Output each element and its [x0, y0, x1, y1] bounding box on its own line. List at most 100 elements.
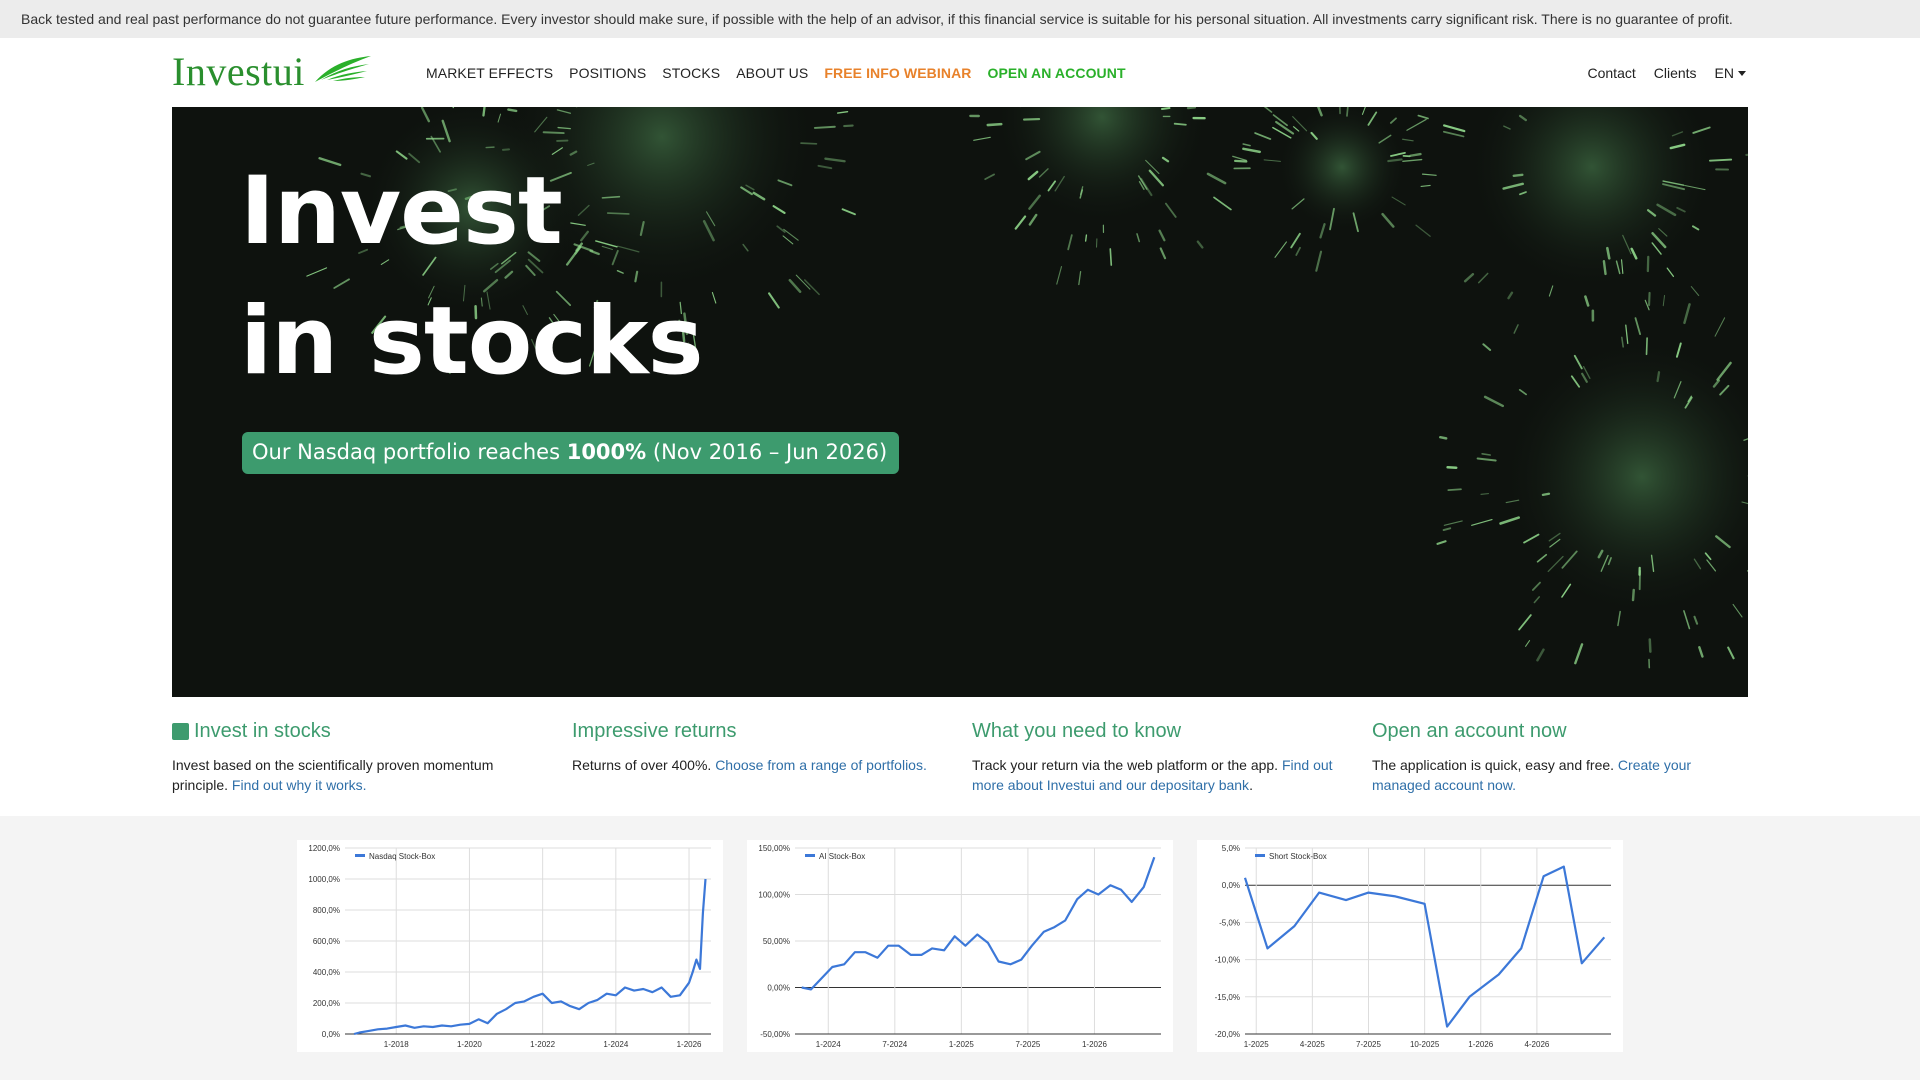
hero-title-line1: Invest — [240, 157, 563, 266]
badge-prefix: Our Nasdaq portfolio reaches — [252, 440, 567, 464]
y-tick-label: -10,0% — [1215, 956, 1240, 965]
square-icon — [172, 723, 189, 740]
feature-text: Invest based on the scientifically prove… — [172, 755, 542, 795]
navbar: Investui MARKET EFFECTS POSITIONS STOCKS… — [0, 38, 1920, 106]
y-tick-label: 5,0% — [1222, 844, 1240, 853]
x-tick-label: 1-2026 — [1468, 1040, 1493, 1049]
x-tick-label: 7-2025 — [1015, 1040, 1040, 1049]
x-tick-label: 1-2025 — [949, 1040, 974, 1049]
legend-swatch — [805, 854, 815, 857]
language-label: EN — [1714, 65, 1734, 81]
feature-body: Track your return via the web platform o… — [972, 757, 1282, 773]
nav-free-webinar[interactable]: FREE INFO WEBINAR — [824, 65, 971, 81]
feature-title: What you need to know — [972, 720, 1182, 742]
y-tick-label: 0,0% — [1222, 881, 1240, 890]
disclaimer-bar: Back tested and real past performance do… — [0, 0, 1920, 38]
y-tick-label: -15,0% — [1215, 993, 1240, 1002]
feature-open-account: Open an account now The application is q… — [1372, 720, 1742, 795]
feature-text: Track your return via the web platform o… — [972, 755, 1342, 795]
feature-title-text: Invest in stocks — [194, 720, 331, 742]
language-dropdown[interactable]: EN — [1715, 65, 1746, 81]
y-tick-label: 800,0% — [313, 906, 340, 915]
legend-label: Nasdaq Stock-Box — [369, 852, 435, 861]
badge-value: 1000% — [566, 440, 647, 464]
firework-glow — [1499, 334, 1748, 620]
series-line — [353, 878, 707, 1036]
feature-returns: Impressive returns Returns of over 400%.… — [572, 720, 942, 775]
chart-grid — [795, 847, 1161, 1035]
feature-title: Invest in stocks — [172, 720, 542, 743]
y-tick-label: -20,0% — [1215, 1030, 1240, 1039]
legend-swatch — [355, 854, 365, 857]
feature-invest: Invest in stocks Invest based on the sci… — [172, 720, 542, 795]
y-tick-label: 50,00% — [763, 937, 790, 946]
x-tick-label: 10-2025 — [1410, 1040, 1440, 1049]
chart-short-card[interactable]: -20,0% -15,0% -10,0% -5,0% 0,0% 5,0% 1-2025 4-2… — [1197, 840, 1623, 1052]
legend-label: Short Stock-Box — [1269, 852, 1327, 861]
logo[interactable]: Investui — [172, 52, 373, 92]
main-nav: MARKET EFFECTS POSITIONS STOCKS ABOUT US… — [426, 65, 1142, 81]
feature-trailing: . — [1249, 777, 1253, 793]
x-tick-label: 1-2026 — [677, 1040, 702, 1049]
hero-title: Invest in stocks — [240, 147, 704, 407]
hero-banner: Invest in stocks Our Nasdaq portfolio re… — [172, 107, 1748, 697]
feature-title: Open an account now — [1372, 720, 1567, 742]
y-tick-label: 200,0% — [313, 999, 340, 1008]
chart-short: -20,0% -15,0% -10,0% -5,0% 0,0% 5,0% 1-2025 4-2… — [1215, 844, 1611, 1049]
nav-market-effects[interactable]: MARKET EFFECTS — [426, 65, 553, 81]
x-tick-label: 1-2024 — [816, 1040, 841, 1049]
caret-down-icon — [1738, 71, 1746, 76]
chart-nasdaq: 0,0% 200,0% 400,0% 600,0% 800,0% 1000,0% 1200,… — [308, 844, 711, 1049]
y-tick-label: 1200,0% — [308, 844, 340, 853]
y-tick-label: 1000,0% — [308, 875, 340, 884]
y-tick-label: 600,0% — [313, 937, 340, 946]
feature-title: Impressive returns — [572, 720, 737, 742]
firework-glow — [1276, 107, 1408, 233]
firework-glow — [1465, 107, 1719, 294]
y-tick-label: -5,0% — [1219, 918, 1240, 927]
chart-nasdaq-card[interactable]: 0,0% 200,0% 400,0% 600,0% 800,0% 1000,0% 1200,… — [297, 840, 723, 1052]
series-line — [801, 856, 1156, 991]
x-tick-label: 1-2025 — [1244, 1040, 1269, 1049]
nav-stocks[interactable]: STOCKS — [662, 65, 720, 81]
y-tick-label: 0,0% — [322, 1030, 340, 1039]
hero-title-line2: in stocks — [240, 287, 704, 396]
y-tick-label: 0,00% — [767, 984, 790, 993]
feature-need-to-know: What you need to know Track your return … — [972, 720, 1342, 795]
chart-grid — [345, 847, 711, 1035]
x-tick-label: 1-2022 — [530, 1040, 555, 1049]
feature-link[interactable]: Find out why it works. — [232, 777, 367, 793]
feature-text: Returns of over 400%. Choose from a rang… — [572, 755, 942, 775]
y-tick-label: -50,00% — [760, 1030, 790, 1039]
chart-ai: -50,00% 0,00% 50,00% 100,00% 150,00% 1-2024 7-… — [758, 844, 1161, 1049]
legend-swatch — [1255, 854, 1265, 857]
firework-glow — [992, 107, 1212, 227]
feature-link[interactable]: Choose from a range of portfolios. — [715, 757, 927, 773]
secondary-nav: Contact Clients EN — [1570, 65, 1746, 81]
legend-label: AI Stock-Box — [819, 852, 865, 861]
nav-contact[interactable]: Contact — [1588, 65, 1636, 81]
logo-text: Investui — [172, 49, 305, 94]
x-tick-label: 1-2024 — [603, 1040, 628, 1049]
chart-grid — [1245, 847, 1611, 1035]
nav-clients[interactable]: Clients — [1654, 65, 1697, 81]
wing-icon — [314, 56, 371, 82]
nav-open-account[interactable]: OPEN AN ACCOUNT — [988, 65, 1126, 81]
performance-badge[interactable]: Our Nasdaq portfolio reaches 1000% (Nov … — [242, 432, 900, 474]
x-tick-label: 7-2025 — [1356, 1040, 1381, 1049]
feature-body: The application is quick, easy and free. — [1372, 757, 1618, 773]
x-tick-label: 1-2026 — [1082, 1040, 1107, 1049]
nav-about-us[interactable]: ABOUT US — [736, 65, 808, 81]
x-tick-label: 1-2018 — [384, 1040, 409, 1049]
y-tick-label: 100,00% — [758, 891, 790, 900]
feature-text: The application is quick, easy and free.… — [1372, 755, 1742, 795]
nav-positions[interactable]: POSITIONS — [569, 65, 646, 81]
y-tick-label: 150,00% — [758, 844, 790, 853]
feature-body: Returns of over 400%. — [572, 757, 716, 773]
x-tick-label: 7-2024 — [882, 1040, 907, 1049]
y-tick-label: 400,0% — [313, 968, 340, 977]
x-tick-label: 4-2026 — [1524, 1040, 1549, 1049]
x-tick-label: 1-2020 — [457, 1040, 482, 1049]
chart-ai-card[interactable]: -50,00% 0,00% 50,00% 100,00% 150,00% 1-2024 7-… — [747, 840, 1173, 1052]
x-tick-label: 4-2025 — [1300, 1040, 1325, 1049]
